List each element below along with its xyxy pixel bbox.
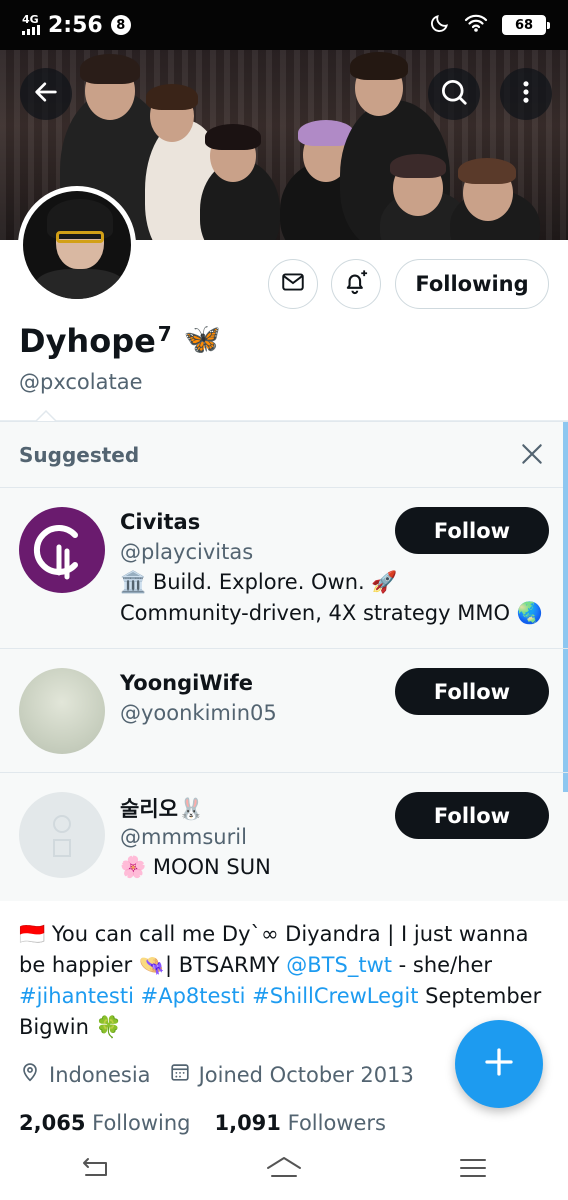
status-bar: 4G 2:56 8 68 bbox=[0, 0, 568, 50]
menu-icon bbox=[458, 1156, 488, 1184]
suggested-title: Suggested bbox=[19, 443, 140, 467]
arrow-left-icon bbox=[32, 78, 60, 110]
bio-mention-link[interactable]: @BTS_twt bbox=[286, 953, 392, 977]
system-home-button[interactable] bbox=[254, 1145, 314, 1195]
profile-bio: 🇮🇩 You can call me Dy`∞ Diyandra | I jus… bbox=[19, 919, 549, 1043]
suggested-name: Civitas bbox=[120, 510, 201, 534]
plus-icon bbox=[481, 1044, 517, 1084]
suggested-account-mmmsuril[interactable]: 술리오🐰 @mmmsuril 🌸 MOON SUN Follow bbox=[0, 773, 568, 902]
suggested-account-civitas[interactable]: Civitas @playcivitas 🏛️ Build. Explore. … bbox=[0, 488, 568, 649]
following-count-link[interactable]: 2,065 Following bbox=[19, 1111, 190, 1135]
following-label: Following bbox=[92, 1111, 191, 1135]
join-date: Joined October 2013 bbox=[169, 1061, 414, 1088]
join-date-text: Joined October 2013 bbox=[198, 1062, 414, 1087]
suggested-bio-line: 🏛️ Build. Explore. Own. 🚀 bbox=[120, 570, 398, 594]
search-icon bbox=[439, 77, 469, 111]
bio-hashtag-link[interactable]: #Ap8testi bbox=[141, 984, 246, 1008]
follow-stats: 2,065 Following 1,091 Followers bbox=[19, 1111, 386, 1135]
suggested-section: Suggested Civitas @playcivitas 🏛️ Build.… bbox=[0, 421, 568, 901]
display-name-text: Dyhope bbox=[19, 322, 156, 360]
location-pin-icon bbox=[19, 1061, 41, 1088]
followers-count-link[interactable]: 1,091 Followers bbox=[214, 1111, 386, 1135]
more-vertical-icon bbox=[512, 78, 540, 110]
profile-meta: Indonesia Joined October 2013 bbox=[19, 1061, 432, 1088]
notification-count-badge: 8 bbox=[110, 15, 131, 35]
follow-button[interactable]: Follow bbox=[395, 668, 549, 715]
search-button[interactable] bbox=[428, 68, 480, 120]
calendar-icon bbox=[169, 1061, 191, 1088]
profile-handle: @pxcolatae bbox=[19, 370, 143, 394]
suggested-handle: @yoonkimin05 bbox=[120, 701, 277, 725]
followers-label: Followers bbox=[287, 1111, 386, 1135]
wifi-icon bbox=[464, 13, 488, 37]
network-type: 4G bbox=[22, 13, 39, 26]
bio-hashtag-link[interactable]: #jihantesti bbox=[19, 984, 134, 1008]
home-icon bbox=[264, 1154, 304, 1186]
civitas-avatar bbox=[19, 507, 105, 593]
mail-icon bbox=[280, 269, 306, 299]
profile-display-name: Dyhope 7 🦋 bbox=[19, 322, 221, 360]
compose-tweet-button[interactable] bbox=[455, 1020, 543, 1108]
location-text: Indonesia bbox=[49, 1062, 151, 1087]
following-count: 2,065 bbox=[19, 1111, 86, 1135]
suggested-name: YoongiWife bbox=[120, 671, 254, 695]
suggested-header: Suggested bbox=[0, 422, 568, 488]
suggested-account-yoongiwife[interactable]: YoongiWife @yoonkimin05 Follow bbox=[0, 649, 568, 773]
notifications-button[interactable] bbox=[331, 259, 381, 309]
back-icon bbox=[78, 1155, 112, 1185]
display-name-superscript: 7 bbox=[157, 322, 172, 346]
more-options-button[interactable] bbox=[500, 68, 552, 120]
battery-indicator: 68 bbox=[502, 15, 550, 35]
suggested-bio-line: Community-driven, 4X strategy MMO 🌏 bbox=[120, 601, 543, 625]
follow-button[interactable]: Follow bbox=[395, 792, 549, 839]
system-recents-button[interactable] bbox=[443, 1145, 503, 1195]
system-navigation-bar bbox=[0, 1140, 568, 1200]
close-icon bbox=[519, 441, 545, 471]
follow-button[interactable]: Follow bbox=[395, 507, 549, 554]
suggested-name: 술리오🐰 bbox=[120, 797, 205, 821]
profile-avatar[interactable] bbox=[18, 186, 136, 304]
back-button[interactable] bbox=[20, 68, 72, 120]
suggested-bio-line: 🌸 MOON SUN bbox=[120, 855, 271, 879]
butterfly-emoji: 🦋 bbox=[183, 322, 222, 357]
bio-text: - she/her bbox=[391, 953, 493, 977]
status-time: 2:56 bbox=[48, 12, 103, 38]
system-back-button[interactable] bbox=[65, 1145, 125, 1195]
suggested-handle: @mmmsuril bbox=[120, 825, 247, 849]
suggested-handle: @playcivitas bbox=[120, 540, 254, 564]
followers-count: 1,091 bbox=[214, 1111, 281, 1135]
bell-plus-icon bbox=[342, 268, 370, 300]
message-button[interactable] bbox=[268, 259, 318, 309]
bio-hashtag-link[interactable]: #ShillCrewLegit bbox=[252, 984, 418, 1008]
following-button[interactable]: Following bbox=[395, 259, 549, 309]
location: Indonesia bbox=[19, 1061, 151, 1088]
network-indicator: 4G bbox=[22, 13, 40, 35]
default-avatar bbox=[19, 792, 105, 878]
yoongiwife-avatar bbox=[19, 668, 105, 754]
dismiss-suggested-button[interactable] bbox=[515, 439, 549, 473]
moon-icon bbox=[430, 13, 450, 37]
